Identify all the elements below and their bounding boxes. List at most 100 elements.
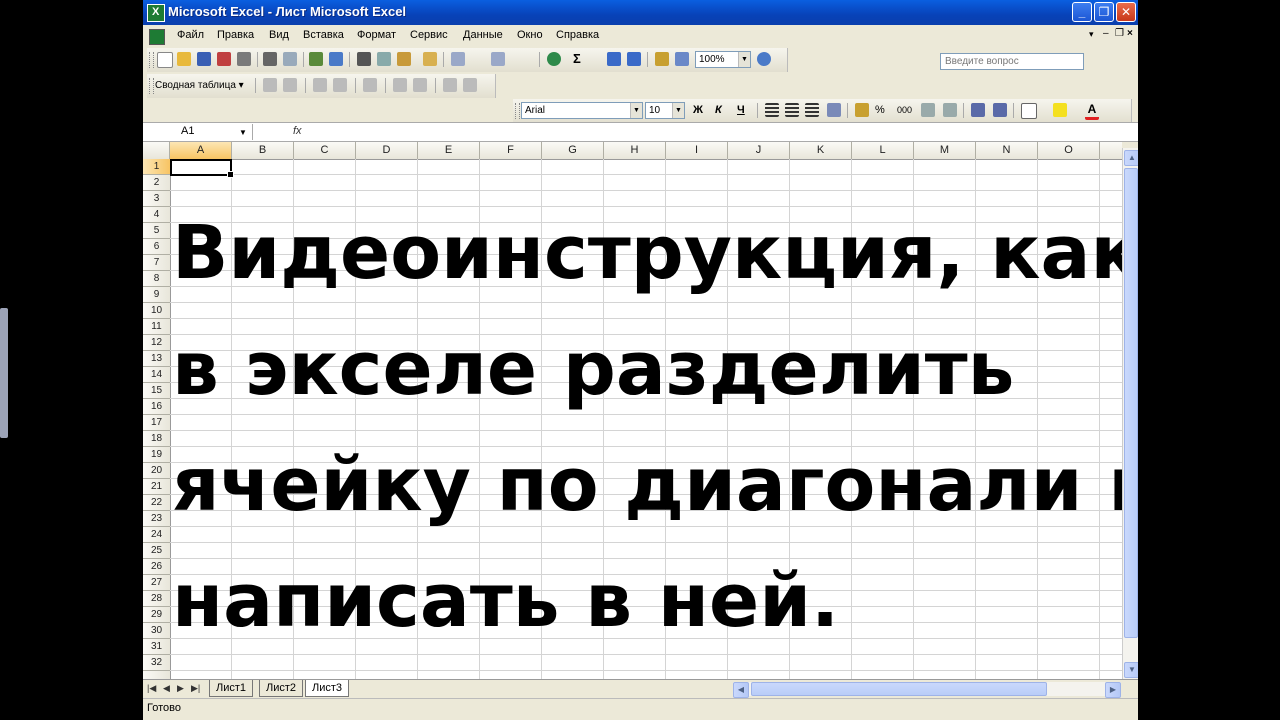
paste-icon[interactable] xyxy=(397,52,411,66)
row-header[interactable]: 25 xyxy=(143,543,170,559)
drawing-icon[interactable] xyxy=(675,52,689,66)
font-size-dropdown-icon[interactable]: ▼ xyxy=(672,103,684,118)
row-header[interactable]: 22 xyxy=(143,495,170,511)
row-header[interactable]: 18 xyxy=(143,431,170,447)
font-size-combo[interactable]: 10 ▼ xyxy=(645,102,685,119)
pivot-refresh-icon[interactable] xyxy=(363,78,377,92)
print-icon[interactable] xyxy=(263,52,277,66)
row-header[interactable]: 26 xyxy=(143,559,170,575)
menu-format[interactable]: Формат xyxy=(357,29,396,41)
column-header[interactable]: I xyxy=(666,142,728,159)
sheet-tab-2[interactable]: Лист2 xyxy=(259,680,304,697)
column-header[interactable]: B xyxy=(232,142,294,159)
italic-button[interactable]: К xyxy=(715,104,722,116)
row-header[interactable]: 11 xyxy=(143,319,170,335)
row-header[interactable]: 24 xyxy=(143,527,170,543)
zoom-combo[interactable]: 100% ▼ xyxy=(695,51,751,68)
pivot-show-icon[interactable] xyxy=(333,78,347,92)
increase-indent-icon[interactable] xyxy=(993,103,1007,117)
active-cell[interactable] xyxy=(170,159,234,178)
row-header[interactable]: 28 xyxy=(143,591,170,607)
row-header[interactable]: 17 xyxy=(143,415,170,431)
row-header[interactable]: 27 xyxy=(143,575,170,591)
sheet-tab-1[interactable]: Лист1 xyxy=(209,680,254,697)
format-painter-icon[interactable] xyxy=(423,52,437,66)
column-header[interactable]: D xyxy=(356,142,418,159)
row-header[interactable]: 29 xyxy=(143,607,170,623)
menu-edit[interactable]: Правка xyxy=(217,29,254,41)
name-box[interactable]: A1 xyxy=(143,124,253,140)
minimize-button[interactable]: _ xyxy=(1072,2,1092,22)
formula-input[interactable] xyxy=(307,124,1137,140)
open-icon[interactable] xyxy=(177,52,191,66)
name-box-dropdown-icon[interactable]: ▼ xyxy=(239,128,247,137)
insert-function-icon[interactable]: fx xyxy=(293,125,302,137)
row-header[interactable]: 1 xyxy=(143,159,170,175)
save-icon[interactable] xyxy=(197,52,211,66)
menu-file[interactable]: Файл xyxy=(177,29,204,41)
last-sheet-icon[interactable]: ▶| xyxy=(191,683,200,694)
horizontal-scrollbar[interactable]: ◀ ▶ xyxy=(733,682,1121,698)
row-header[interactable]: 8 xyxy=(143,271,170,287)
pivot-hide-icon[interactable] xyxy=(313,78,327,92)
autosum-icon[interactable]: Σ xyxy=(573,51,581,66)
align-left-icon[interactable] xyxy=(765,103,779,117)
row-header[interactable]: 19 xyxy=(143,447,170,463)
scroll-down-icon[interactable]: ▼ xyxy=(1124,662,1138,678)
close-button[interactable]: ✕ xyxy=(1116,2,1136,22)
pivot-wizard-icon[interactable] xyxy=(463,78,477,92)
currency-icon[interactable] xyxy=(855,103,869,117)
doc-minimize-icon[interactable]: – xyxy=(1103,28,1109,39)
vertical-scroll-thumb[interactable] xyxy=(1124,168,1138,638)
chart-wizard-icon[interactable] xyxy=(655,52,669,66)
copy-icon[interactable] xyxy=(377,52,391,66)
row-header[interactable]: 5 xyxy=(143,223,170,239)
column-header[interactable]: F xyxy=(480,142,542,159)
menu-view[interactable]: Вид xyxy=(269,29,289,41)
doc-restore-icon[interactable]: ❐ xyxy=(1115,28,1124,39)
column-header[interactable]: M xyxy=(914,142,976,159)
row-header[interactable]: 23 xyxy=(143,511,170,527)
menu-data[interactable]: Данные xyxy=(463,29,503,41)
borders-icon[interactable] xyxy=(1021,103,1037,119)
email-icon[interactable] xyxy=(237,52,251,66)
sheet-tab-3-active[interactable]: Лист3 xyxy=(305,680,350,697)
row-header[interactable]: 21 xyxy=(143,479,170,495)
percent-button[interactable]: % xyxy=(875,104,885,116)
column-header[interactable]: C xyxy=(294,142,356,159)
scroll-right-icon[interactable]: ▶ xyxy=(1105,682,1121,698)
toolbar-grip[interactable] xyxy=(149,52,154,68)
pivot-list-icon[interactable] xyxy=(443,78,457,92)
row-header[interactable]: 32 xyxy=(143,655,170,671)
row-header[interactable]: 3 xyxy=(143,191,170,207)
row-header[interactable]: 30 xyxy=(143,623,170,639)
first-sheet-icon[interactable]: |◀ xyxy=(147,683,156,694)
row-header[interactable]: 7 xyxy=(143,255,170,271)
vertical-scrollbar[interactable]: ▲ ▼ xyxy=(1122,148,1138,679)
help-search-input[interactable]: Введите вопрос xyxy=(940,53,1084,70)
row-header[interactable]: 2 xyxy=(143,175,170,191)
font-name-combo[interactable]: Arial ▼ xyxy=(521,102,643,119)
menu-window[interactable]: Окно xyxy=(517,29,543,41)
column-header[interactable]: H xyxy=(604,142,666,159)
select-all-corner[interactable] xyxy=(143,142,170,159)
scroll-left-icon[interactable]: ◀ xyxy=(733,682,749,698)
column-header[interactable]: A xyxy=(170,142,232,159)
row-header[interactable]: 10 xyxy=(143,303,170,319)
menu-help[interactable]: Справка xyxy=(556,29,599,41)
toolbar-grip[interactable] xyxy=(149,78,154,94)
help-dropdown-icon[interactable]: ▾ xyxy=(1089,29,1094,40)
research-icon[interactable] xyxy=(329,52,343,66)
toolbar-grip[interactable] xyxy=(515,103,520,119)
new-icon[interactable] xyxy=(157,52,173,68)
undo-icon[interactable] xyxy=(451,52,465,66)
sort-asc-icon[interactable] xyxy=(607,52,621,66)
cut-icon[interactable] xyxy=(357,52,371,66)
sort-desc-icon[interactable] xyxy=(627,52,641,66)
pivot-table-menu[interactable]: Сводная таблица ▾ xyxy=(155,80,244,91)
decrease-indent-icon[interactable] xyxy=(971,103,985,117)
column-header[interactable]: O xyxy=(1038,142,1100,159)
scroll-up-icon[interactable]: ▲ xyxy=(1124,150,1138,166)
help-icon[interactable] xyxy=(757,52,771,66)
font-dropdown-icon[interactable]: ▼ xyxy=(630,103,642,118)
